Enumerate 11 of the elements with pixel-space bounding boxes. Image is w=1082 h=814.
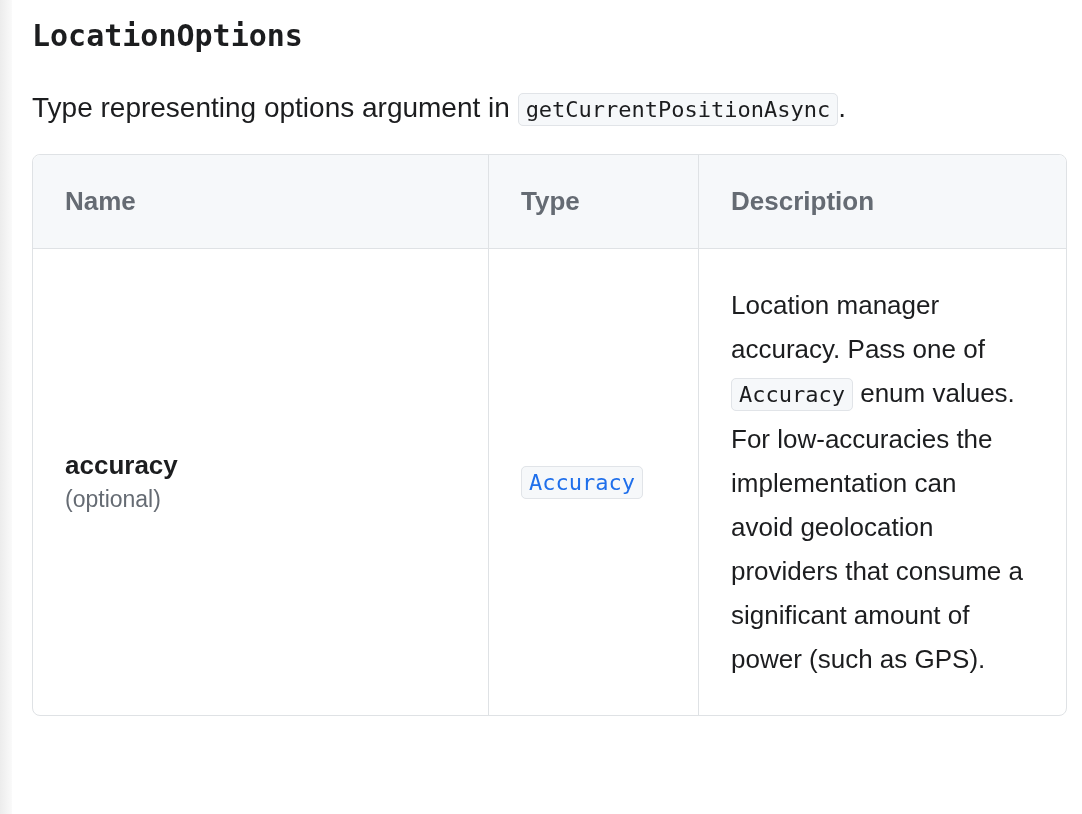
section-heading: LocationOptions xyxy=(32,17,304,55)
inline-code: Accuracy xyxy=(731,378,853,411)
property-name: accuracy xyxy=(65,449,179,482)
column-header: Name xyxy=(33,155,488,249)
column-header: Type xyxy=(488,155,698,249)
description-text: Location manager accuracy. Pass one of Accuracy enum values. For low-accuracies the implementation can avoid geolocation providers that consume a significant amount of power (such as GPS). xyxy=(731,289,1023,676)
intro-text: Type representing options argument in getCurrentPositionAsync . xyxy=(32,88,1067,130)
inline-code: getCurrentPositionAsync xyxy=(517,93,839,126)
type-link[interactable]: Accuracy xyxy=(521,466,643,499)
optional-note: (optional) xyxy=(65,485,162,514)
column-header: Description xyxy=(698,155,1066,249)
